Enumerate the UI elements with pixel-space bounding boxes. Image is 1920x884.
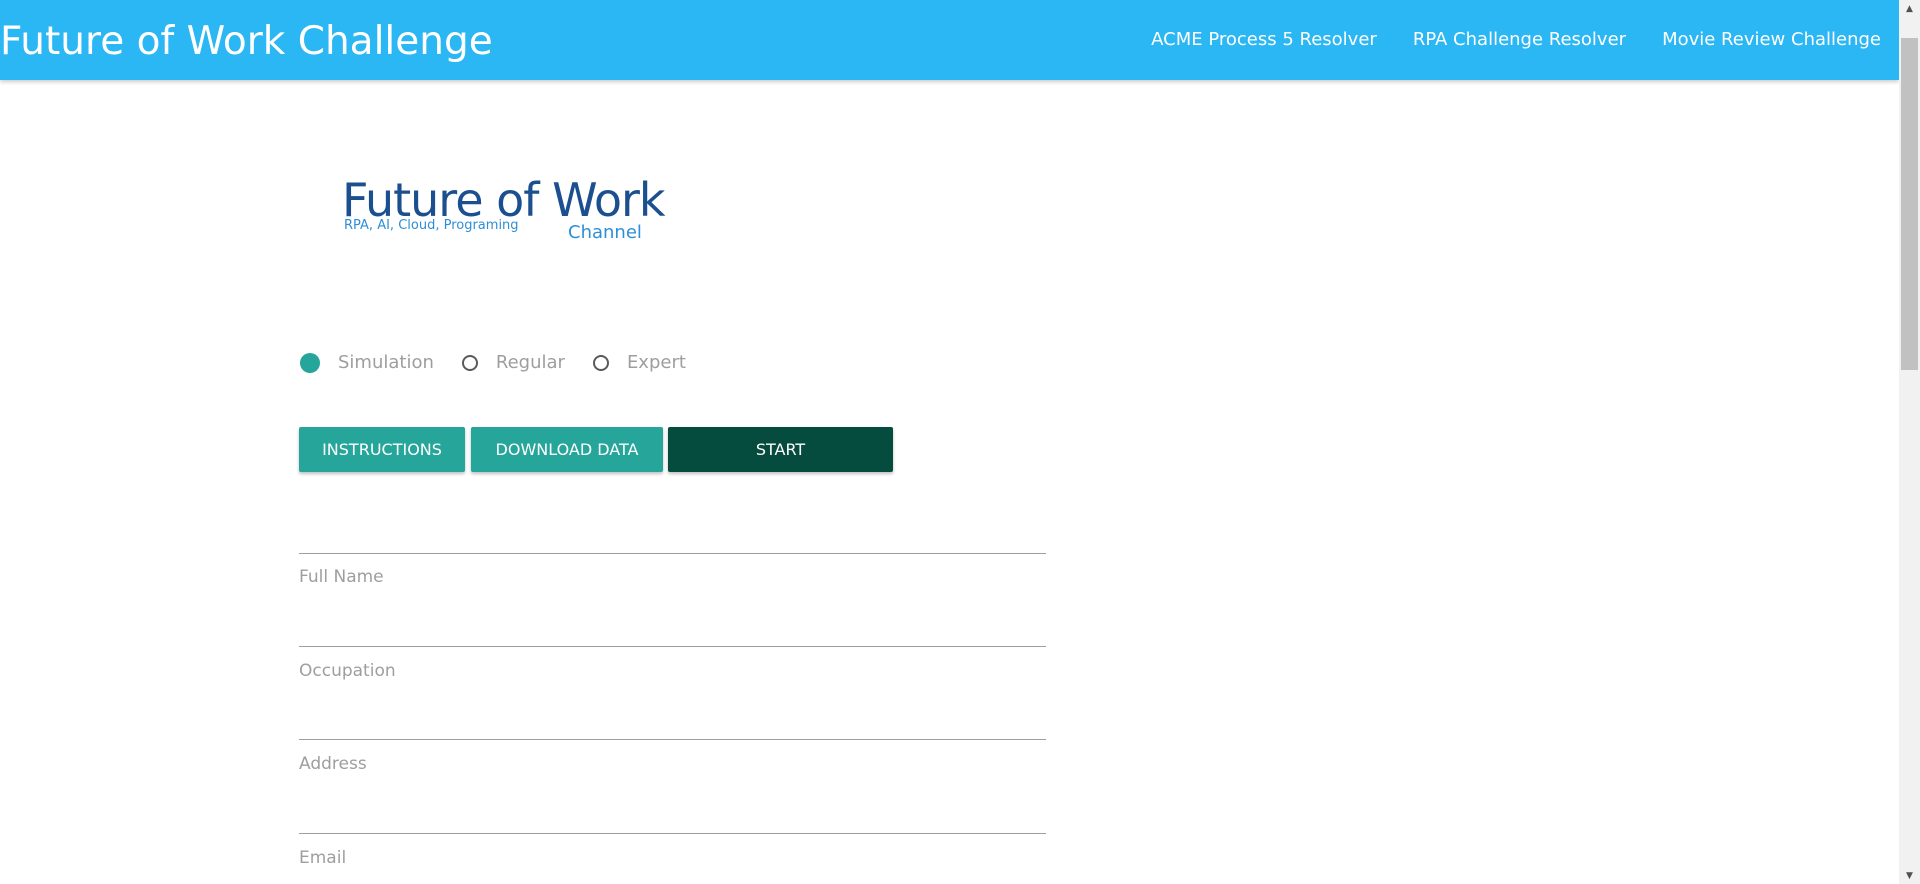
occupation-label: Occupation (299, 661, 396, 681)
download-data-button[interactable]: DOWNLOAD DATA (471, 427, 663, 472)
full-name-input[interactable] (299, 553, 1046, 554)
radio-unchecked-icon[interactable] (461, 355, 478, 371)
nav-links: ACME Process 5 Resolver RPA Challenge Re… (1151, 27, 1881, 53)
email-label: Email (299, 848, 347, 868)
vertical-scrollbar[interactable]: ▲ ▼ (1899, 0, 1920, 884)
occupation-input[interactable] (299, 646, 1046, 647)
radio-simulation[interactable]: Simulation (300, 350, 434, 376)
radio-expert[interactable]: Expert (592, 350, 686, 376)
radio-label-simulation: Simulation (338, 352, 434, 373)
page: Future of Work Challenge ACME Process 5 … (0, 0, 1920, 884)
address-input[interactable] (299, 739, 1046, 740)
instructions-button[interactable]: INSTRUCTIONS (299, 427, 465, 472)
scroll-down-arrow-icon[interactable]: ▼ (1899, 867, 1920, 884)
radio-unchecked-icon[interactable] (592, 355, 609, 371)
logo-tagline: RPA, AI, Cloud, Programing (344, 218, 519, 233)
start-button[interactable]: START (668, 427, 893, 472)
mode-radio-group: Simulation Regular Expert (300, 350, 714, 376)
radio-label-regular: Regular (495, 352, 565, 373)
nav-link-rpa-challenge-resolver[interactable]: RPA Challenge Resolver (1413, 27, 1626, 53)
future-of-work-logo: Future of Work RPA, AI, Cloud, Programin… (342, 172, 666, 272)
radio-checked-icon[interactable] (300, 353, 320, 373)
full-name-label: Full Name (299, 567, 384, 587)
top-navbar: Future of Work Challenge ACME Process 5 … (0, 0, 1899, 80)
scroll-up-arrow-icon[interactable]: ▲ (1899, 0, 1920, 17)
email-input[interactable] (299, 833, 1046, 834)
nav-link-movie-review-challenge[interactable]: Movie Review Challenge (1662, 27, 1881, 53)
radio-label-expert: Expert (626, 352, 686, 373)
logo-channel: Channel (568, 222, 642, 243)
brand-title[interactable]: Future of Work Challenge (0, 18, 493, 66)
address-label: Address (299, 754, 367, 774)
scrollbar-thumb[interactable] (1901, 38, 1918, 370)
radio-regular[interactable]: Regular (461, 350, 565, 376)
nav-link-acme-process-5[interactable]: ACME Process 5 Resolver (1151, 27, 1377, 53)
